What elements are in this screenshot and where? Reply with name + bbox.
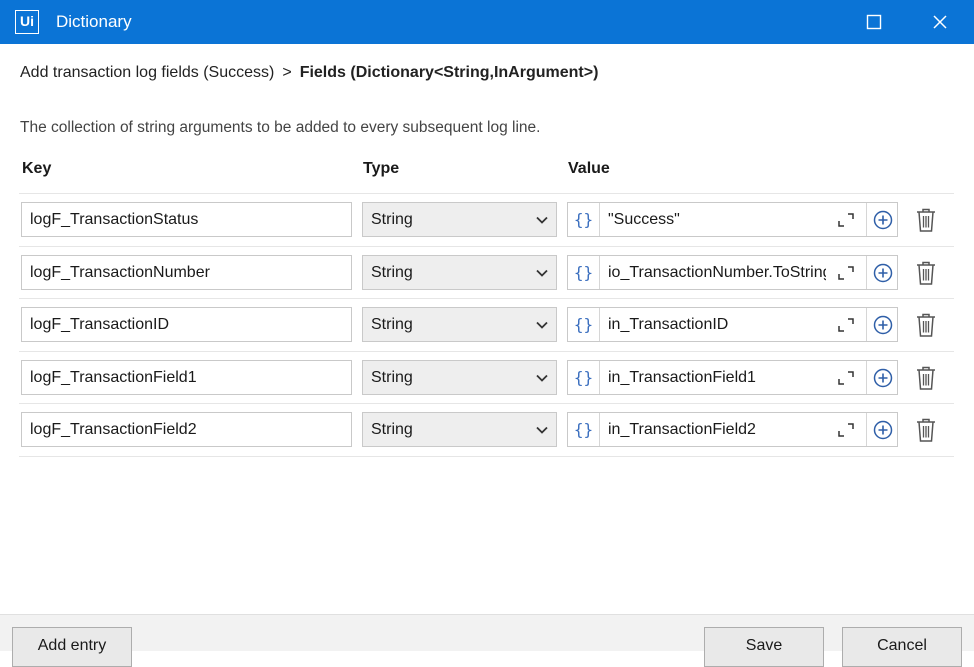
type-select[interactable]: String <box>362 412 557 447</box>
chevron-down-icon <box>536 426 548 434</box>
breadcrumb-current: Fields (Dictionary<String,InArgument>) <box>299 64 599 81</box>
add-argument-button[interactable] <box>866 308 898 341</box>
dialog-footer: Add entry Save Cancel <box>0 614 974 667</box>
column-header-type: Type <box>363 160 400 177</box>
plus-circle-icon <box>873 368 892 387</box>
type-select[interactable]: String <box>362 202 557 237</box>
maximize-button[interactable] <box>844 0 904 44</box>
table-row: logF_TransactionNumber String {} io_Transac… <box>0 246 974 298</box>
key-input[interactable]: logF_TransactionID <box>21 307 352 342</box>
value-input[interactable]: {} in_TransactionField2 <box>567 412 898 447</box>
trash-icon[interactable] <box>914 417 938 443</box>
expand-icon[interactable] <box>836 264 856 282</box>
value-input[interactable]: {} in_TransactionField1 <box>567 360 898 395</box>
expression-braces-icon: {} <box>568 203 600 236</box>
add-argument-button[interactable] <box>866 256 898 289</box>
value-text[interactable]: in_TransactionID <box>608 308 826 341</box>
trash-icon[interactable] <box>914 365 938 391</box>
type-select-value: String <box>371 264 413 281</box>
table-row: logF_TransactionID String {} in_Transaction… <box>0 298 974 350</box>
type-select[interactable]: String <box>362 307 557 342</box>
chevron-down-icon <box>536 321 548 329</box>
type-select-value: String <box>371 421 413 438</box>
column-header-key: Key <box>22 160 52 177</box>
value-input[interactable]: {} io_TransactionNumber.ToString <box>567 255 898 290</box>
add-entry-button[interactable]: Add entry <box>12 627 132 667</box>
expand-icon[interactable] <box>836 421 856 439</box>
plus-circle-icon <box>873 420 892 439</box>
key-input[interactable]: logF_TransactionField2 <box>21 412 352 447</box>
type-select-value: String <box>371 369 413 386</box>
chevron-down-icon <box>536 269 548 277</box>
value-text[interactable]: in_TransactionField1 <box>608 361 826 394</box>
value-text[interactable]: io_TransactionNumber.ToString <box>608 256 826 289</box>
breadcrumb: Add transaction log fields (Success) > Fie… <box>20 64 598 82</box>
value-text[interactable]: in_TransactionField2 <box>608 413 826 446</box>
expand-icon[interactable] <box>836 369 856 387</box>
table-row: logF_TransactionStatus String {} "Success" <box>0 193 974 245</box>
column-header-value: Value <box>568 160 610 177</box>
add-argument-button[interactable] <box>866 203 898 236</box>
close-icon <box>933 15 947 29</box>
type-select-value: String <box>371 211 413 228</box>
property-description: The collection of string arguments to be… <box>20 119 541 136</box>
expression-braces-icon: {} <box>568 308 600 341</box>
key-input[interactable]: logF_TransactionStatus <box>21 202 352 237</box>
expand-icon[interactable] <box>836 316 856 334</box>
breadcrumb-parent[interactable]: Add transaction log fields (Success) <box>20 64 274 81</box>
expand-icon[interactable] <box>836 211 856 229</box>
cancel-button[interactable]: Cancel <box>842 627 962 667</box>
type-select[interactable]: String <box>362 360 557 395</box>
plus-circle-icon <box>873 263 892 282</box>
type-select-value: String <box>371 316 413 333</box>
row-divider <box>19 456 954 457</box>
chevron-down-icon <box>536 374 548 382</box>
add-argument-button[interactable] <box>866 413 898 446</box>
table-row: logF_TransactionField2 String {} in_Transac… <box>0 403 974 455</box>
value-input[interactable]: {} in_TransactionID <box>567 307 898 342</box>
breadcrumb-separator: > <box>282 64 292 81</box>
key-input[interactable]: logF_TransactionField1 <box>21 360 352 395</box>
close-button[interactable] <box>910 0 970 44</box>
title-bar: Ui Dictionary <box>0 0 974 44</box>
table-row: logF_TransactionField1 String {} in_Transac… <box>0 351 974 403</box>
plus-circle-icon <box>873 315 892 334</box>
trash-icon[interactable] <box>914 260 938 286</box>
trash-icon[interactable] <box>914 207 938 233</box>
save-button[interactable]: Save <box>704 627 824 667</box>
chevron-down-icon <box>536 216 548 224</box>
plus-circle-icon <box>873 210 892 229</box>
window-title: Dictionary <box>56 12 132 31</box>
add-argument-button[interactable] <box>866 361 898 394</box>
value-text[interactable]: "Success" <box>608 203 826 236</box>
uipath-logo-icon: Ui <box>15 10 39 34</box>
expression-braces-icon: {} <box>568 256 600 289</box>
value-input[interactable]: {} "Success" <box>567 202 898 237</box>
type-select[interactable]: String <box>362 255 557 290</box>
maximize-icon <box>866 14 882 30</box>
expression-braces-icon: {} <box>568 361 600 394</box>
expression-braces-icon: {} <box>568 413 600 446</box>
trash-icon[interactable] <box>914 312 938 338</box>
key-input[interactable]: logF_TransactionNumber <box>21 255 352 290</box>
